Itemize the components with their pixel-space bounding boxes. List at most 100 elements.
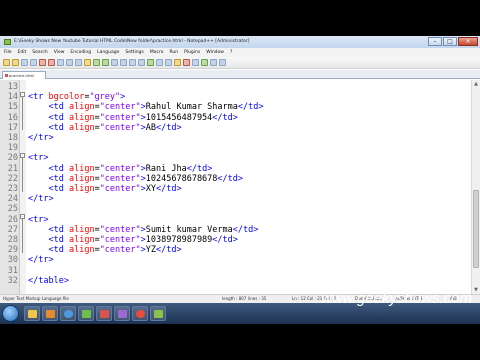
close-all-icon[interactable] <box>48 59 55 66</box>
maximize-button[interactable]: □ <box>443 37 457 46</box>
code-line[interactable]: 29 <td align="center">YZ</td> <box>0 245 470 255</box>
line-number: 28 <box>7 235 18 245</box>
line-number: 27 <box>7 224 18 235</box>
menu-edit[interactable]: Edit <box>18 48 27 57</box>
code-line[interactable]: 26 <tr> <box>0 215 470 225</box>
menu-search[interactable]: Search <box>32 48 47 57</box>
menu-encoding[interactable]: Encoding <box>70 48 91 57</box>
print-icon[interactable] <box>57 59 64 66</box>
redo-icon[interactable] <box>102 59 109 66</box>
code-text: </table> <box>28 276 69 286</box>
taskbar-chrome-icon[interactable] <box>132 306 148 321</box>
line-number: 23 <box>7 184 18 194</box>
code-text: <td align="center">YZ</td> <box>28 245 181 255</box>
code-line[interactable]: 18 </tr> <box>0 133 470 143</box>
menu-language[interactable]: Language <box>97 48 119 57</box>
token-tag: <tr> <box>28 214 49 225</box>
token-attr: align <box>68 235 95 245</box>
save-all-icon[interactable] <box>30 59 37 66</box>
token-val: "center" <box>99 184 141 194</box>
scroll-up-icon[interactable]: ▲ <box>472 80 480 88</box>
zoom-in-icon[interactable] <box>129 59 136 66</box>
scroll-down-icon[interactable]: ▼ <box>472 286 480 294</box>
record-macro-icon[interactable] <box>183 59 190 66</box>
show-all-chars-icon[interactable] <box>165 59 172 66</box>
code-line[interactable]: 15 <td align="center">Rahul Kumar Sharma… <box>0 102 470 112</box>
token-val: "center" <box>99 112 141 123</box>
notepad-app-icon <box>4 39 11 45</box>
code-line[interactable]: 30 </tr> <box>0 255 470 265</box>
tab-practice-html[interactable]: practice.html <box>2 71 46 79</box>
code-line[interactable]: 28 <td align="center">1038978987989</td> <box>0 235 470 245</box>
code-line[interactable]: 25 <box>0 204 470 214</box>
start-button[interactable] <box>2 305 19 322</box>
undo-icon[interactable] <box>93 59 100 66</box>
menu-plugins[interactable]: Plugins <box>184 48 200 57</box>
token-attr: align <box>68 102 95 113</box>
token-tag: </td> <box>212 235 238 245</box>
code-editor[interactable]: - - - 13 14 <tr bgcolor="grey"> 15 <td alig… <box>0 80 480 294</box>
code-line[interactable]: 19 <box>0 143 470 153</box>
code-line[interactable]: 27 <td align="center">Sumit kumar Verma<… <box>0 225 470 235</box>
stop-macro-icon[interactable] <box>192 59 199 66</box>
line-number: 21 <box>7 163 18 174</box>
menu-settings[interactable]: Settings <box>125 48 143 57</box>
code-line[interactable]: 16 <td align="center">1015456487954</td> <box>0 113 470 123</box>
cut-icon[interactable] <box>66 59 73 66</box>
zoom-out-icon[interactable] <box>138 59 145 66</box>
save-macro-icon[interactable] <box>219 59 226 66</box>
code-text: <td align="center">Rahul Kumar Sharma</t… <box>28 102 263 112</box>
taskbar-explorer-icon[interactable] <box>24 306 40 321</box>
code-line[interactable]: 22 <td align="center">10245678678678</td… <box>0 174 470 184</box>
token-tag: </td> <box>237 102 264 113</box>
status-filetype: Hyper Text Markup Language file <box>3 296 69 301</box>
token-tag: <td <box>48 235 69 245</box>
minimize-button[interactable]: – <box>428 37 442 46</box>
sync-scroll-icon[interactable] <box>147 59 154 66</box>
menu-window[interactable]: Window <box>206 48 224 57</box>
vertical-scrollbar[interactable]: ▲ ▼ <box>471 80 480 294</box>
code-line[interactable]: 32 </table> <box>0 276 470 286</box>
menu-view[interactable]: View <box>54 48 65 57</box>
token-txt: AB <box>145 122 157 133</box>
code-line[interactable]: 31 <box>0 266 470 276</box>
window-title: E:\Geeky Shows New Youtube Tutorial HTML… <box>14 39 250 44</box>
scrollbar-thumb[interactable] <box>473 190 479 268</box>
new-file-icon[interactable] <box>3 59 10 66</box>
token-tag: <td <box>48 163 69 174</box>
run-macro-icon[interactable] <box>210 59 217 66</box>
taskbar-app-icon[interactable] <box>78 306 94 321</box>
taskbar-notepad-icon[interactable] <box>150 306 166 321</box>
code-line[interactable]: 20 <tr> <box>0 153 470 163</box>
word-wrap-icon[interactable] <box>156 59 163 66</box>
code-line[interactable]: 24 </tr> <box>0 194 470 204</box>
token-tag: </tr> <box>28 194 54 205</box>
code-text: <td align="center">AB</td> <box>28 122 181 133</box>
taskbar-app-icon[interactable] <box>96 306 112 321</box>
code-line[interactable]: 21 <td align="center">Rani Jha</td> <box>0 164 470 174</box>
close-file-icon[interactable] <box>39 59 46 66</box>
code-line[interactable]: 14 <tr bgcolor="grey"> <box>0 92 470 102</box>
indent-guide-icon[interactable] <box>174 59 181 66</box>
menu-help[interactable]: ? <box>230 48 232 57</box>
copy-icon[interactable] <box>75 59 82 66</box>
menu-file[interactable]: File <box>4 48 12 57</box>
taskbar-browser-icon[interactable] <box>60 306 76 321</box>
save-icon[interactable] <box>21 59 28 66</box>
menu-run[interactable]: Run <box>169 48 178 57</box>
play-macro-icon[interactable] <box>201 59 208 66</box>
close-button[interactable]: × <box>458 37 478 46</box>
open-file-icon[interactable] <box>12 59 19 66</box>
line-number: 26 <box>7 214 18 225</box>
code-line[interactable]: 23 <td align="center">XY</td> <box>0 184 470 194</box>
taskbar-media-player-icon[interactable] <box>42 306 58 321</box>
find-icon[interactable] <box>111 59 118 66</box>
code-line[interactable]: 13 <box>0 82 470 92</box>
taskbar-app-icon[interactable] <box>114 306 130 321</box>
replace-icon[interactable] <box>120 59 127 66</box>
code-line[interactable]: 17 <td align="center">AB</td> <box>0 123 470 133</box>
paste-icon[interactable] <box>84 59 91 66</box>
line-number: 22 <box>7 173 18 184</box>
menu-macro[interactable]: Macro <box>150 48 164 57</box>
